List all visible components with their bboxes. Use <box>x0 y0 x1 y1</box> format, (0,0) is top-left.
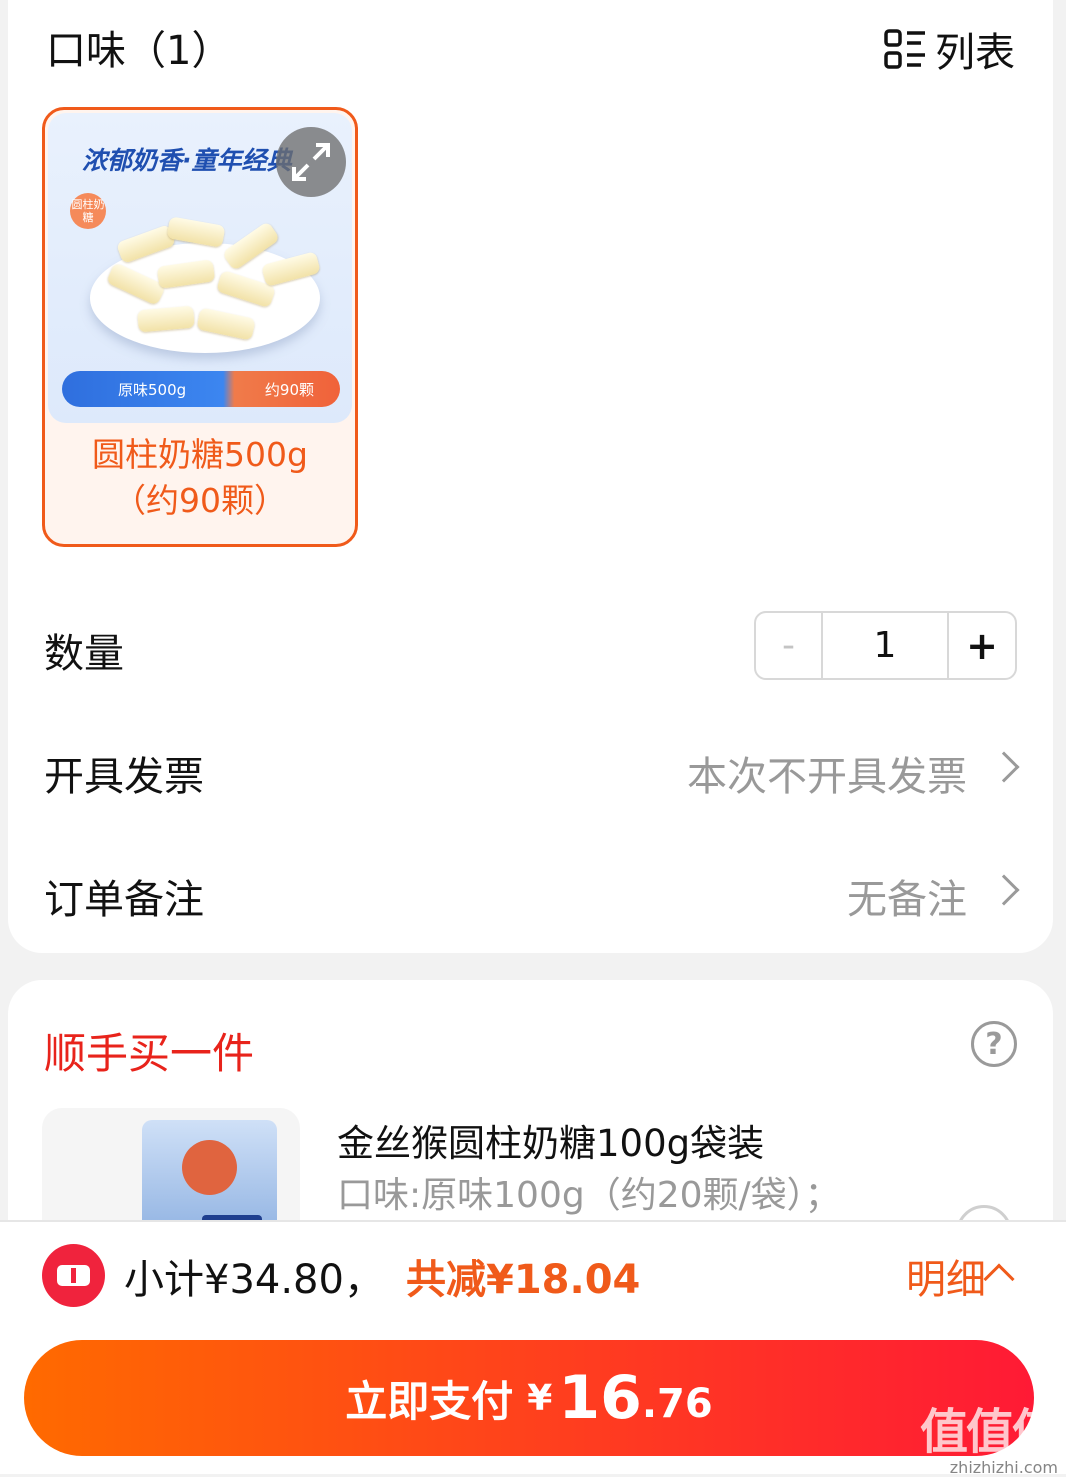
quantity-label: 数量 <box>44 631 124 677</box>
addon-title: 顺手买一件 <box>44 1029 255 1078</box>
list-toggle-label: 列表 <box>935 30 1015 76</box>
quantity-plus-button[interactable]: + <box>949 613 1015 678</box>
detail-toggle[interactable]: 明细 <box>906 1247 986 1305</box>
sku-option-selected[interactable]: 浓郁奶香·童年经典 圆柱奶糖 原味500g 约90颗 圆柱奶糖500g （约90… <box>42 107 358 547</box>
pay-currency: ¥ <box>527 1377 553 1419</box>
sku-image-badge: 圆柱奶糖 <box>70 193 106 229</box>
candy-piece <box>166 216 226 248</box>
quantity-value[interactable]: 1 <box>823 613 949 678</box>
remark-value: 无备注 <box>847 877 967 923</box>
addon-product-name[interactable]: 金丝猴圆柱奶糖100g袋装 <box>337 1113 764 1167</box>
sku-pill-right: 约90颗 <box>264 380 314 399</box>
pay-label: 立即支付 <box>345 1376 514 1426</box>
pay-amount-integer: 16 <box>558 1363 642 1433</box>
pay-amount-decimal: .76 <box>641 1381 713 1427</box>
chevron-right-icon <box>988 751 1020 783</box>
checkout-footer: 小计¥34.80， 共减¥18.04 明细 立即支付 ¥ 16 .76 值值值 … <box>0 1220 1066 1477</box>
expand-icon[interactable] <box>276 127 346 197</box>
chevron-up-icon[interactable] <box>983 1263 1015 1295</box>
list-icon <box>883 27 927 71</box>
flavor-section-title: 口味（1） <box>46 28 232 74</box>
quantity-minus-button[interactable]: - <box>756 613 823 678</box>
monkey-mascot <box>182 1140 237 1195</box>
sku-name-line2: （约90颗） <box>113 481 287 520</box>
invoice-label: 开具发票 <box>44 754 204 800</box>
quantity-stepper: - 1 + <box>754 611 1017 680</box>
sku-pill-left: 原味500g <box>118 380 187 399</box>
remark-label: 订单备注 <box>44 877 204 923</box>
sku-name-line1: 圆柱奶糖500g <box>92 435 308 474</box>
coupon-icon <box>42 1244 105 1307</box>
addon-product-spec: 口味:原味100g（约20颗/袋）； <box>337 1175 841 1216</box>
sku-image-slogan: 浓郁奶香·童年经典 <box>82 146 292 175</box>
order-options-card: 口味（1） 列表 浓郁奶香·童年经典 圆柱奶糖 原味500g 约90颗 圆柱奶糖… <box>8 0 1053 953</box>
subtotal-text: 小计¥34.80， <box>124 1257 384 1303</box>
sku-image-pill: 原味500g 约90颗 <box>62 371 340 407</box>
sku-name: 圆柱奶糖500g （约90颗） <box>45 432 355 524</box>
watermark: 值值值 zhizhizhi.com <box>919 1392 1060 1477</box>
list-view-toggle[interactable]: 列表 <box>883 20 1015 78</box>
help-icon[interactable]: ? <box>971 1021 1017 1067</box>
chevron-right-icon <box>988 874 1020 906</box>
pay-now-button[interactable]: 立即支付 ¥ 16 .76 <box>24 1340 1034 1456</box>
invoice-value: 本次不开具发票 <box>687 754 967 800</box>
watermark-logo: 值值值 <box>919 1404 1060 1460</box>
discount-text: 共减¥18.04 <box>406 1257 641 1303</box>
sku-image: 浓郁奶香·童年经典 圆柱奶糖 原味500g 约90颗 <box>48 113 352 423</box>
